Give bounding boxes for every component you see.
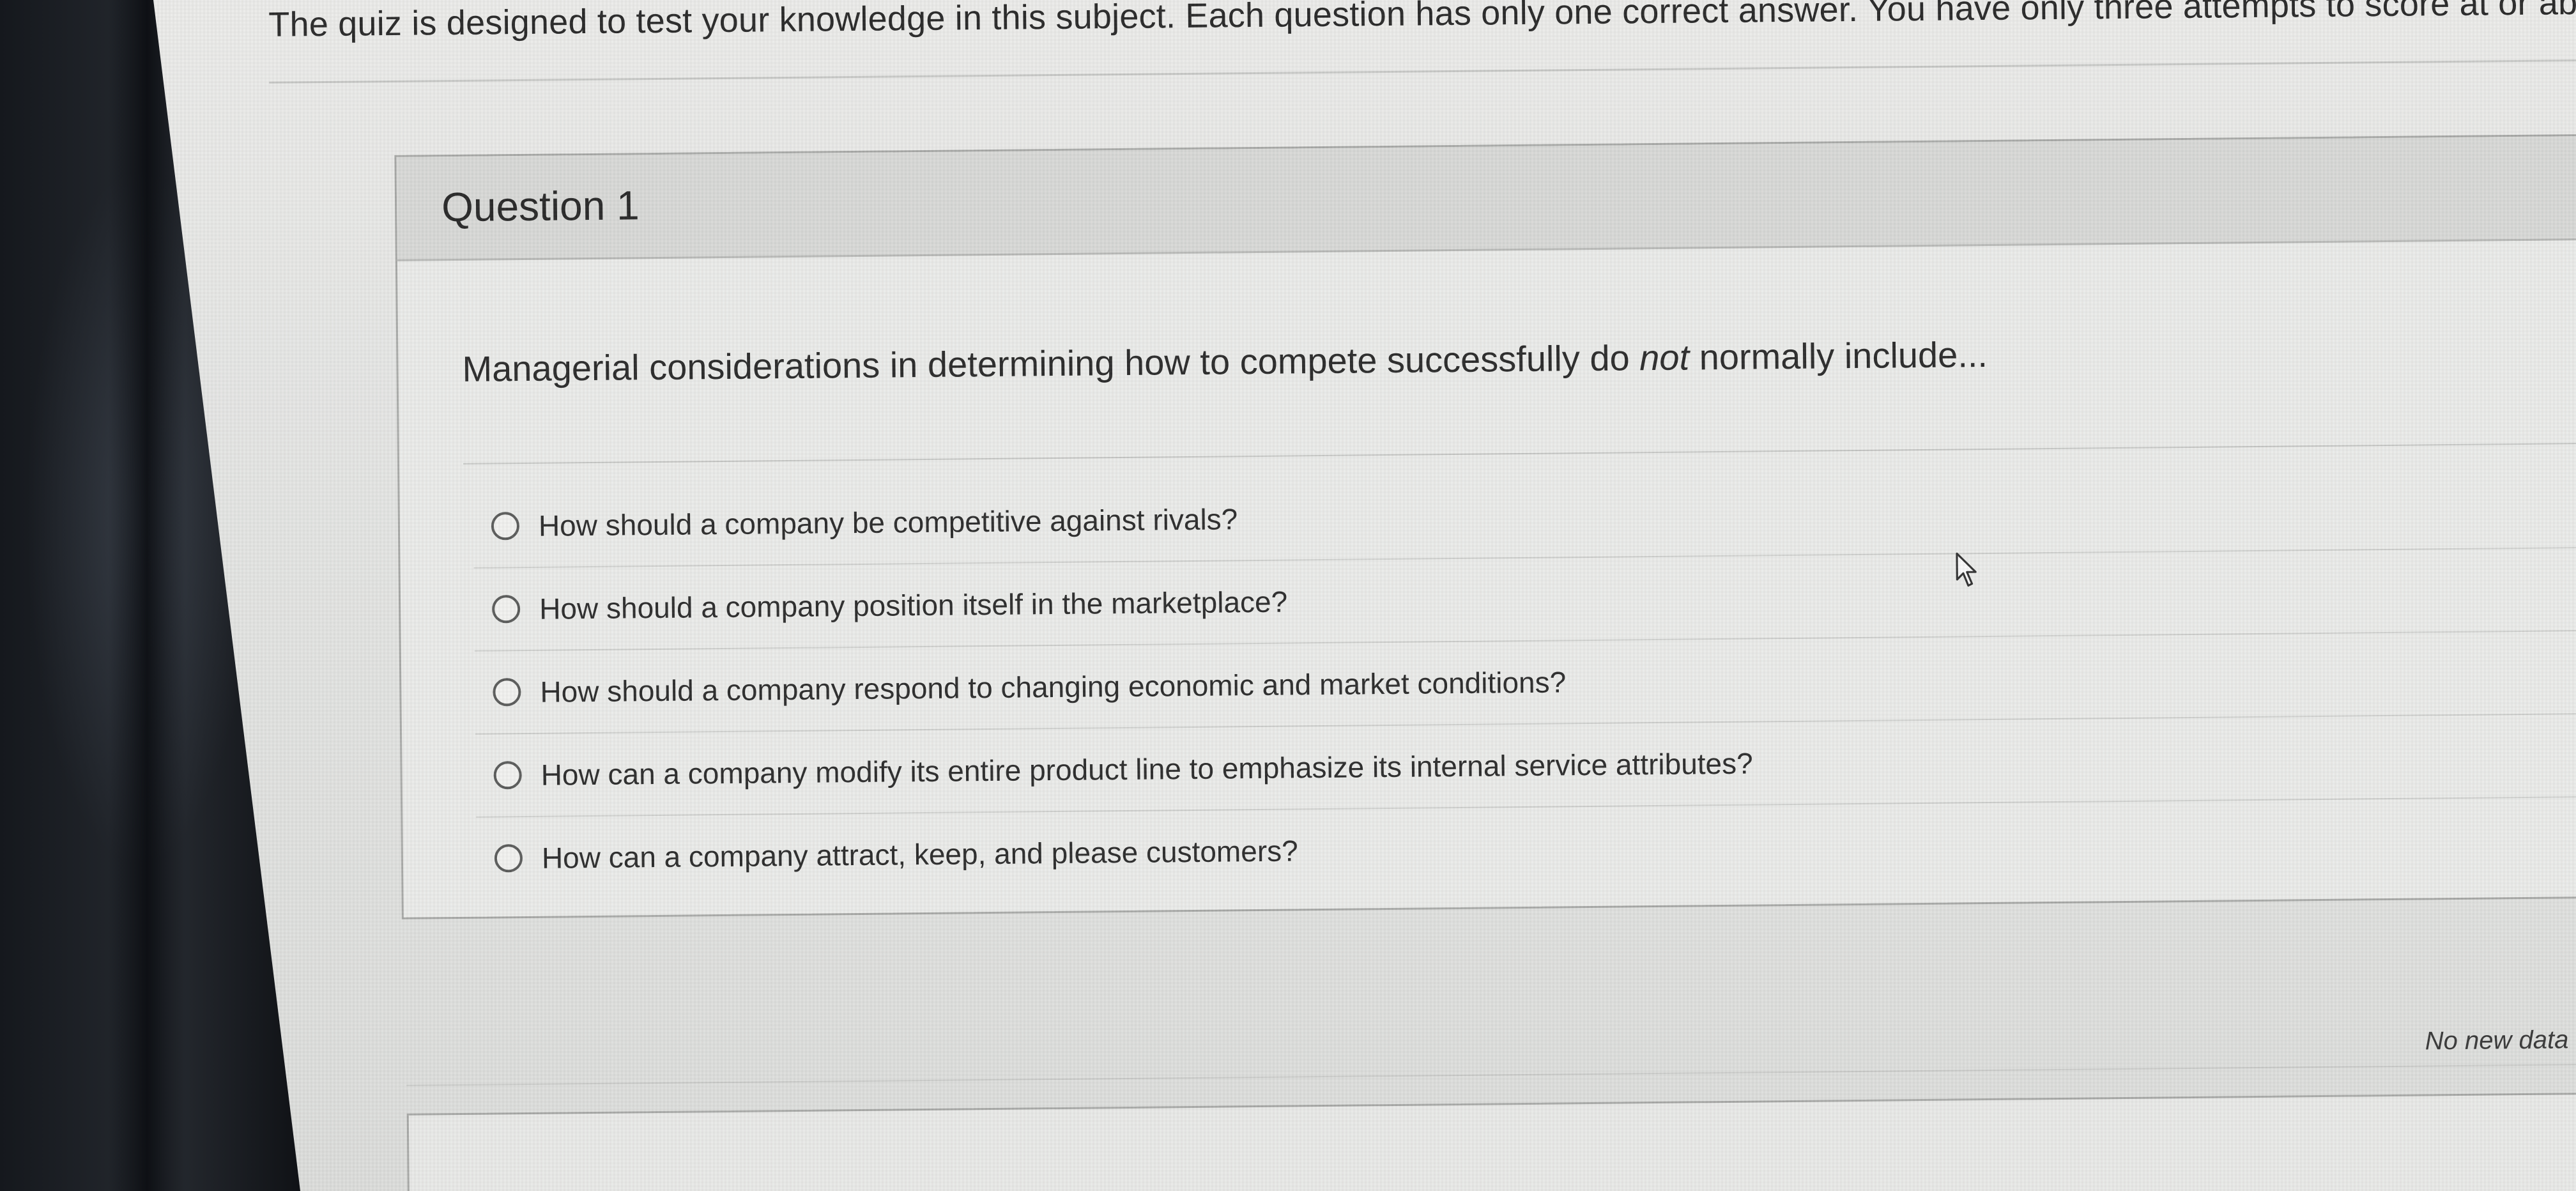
radio-button-icon[interactable] <box>491 595 521 624</box>
section-divider <box>406 1063 2576 1086</box>
mouse-pointer-icon <box>1956 552 1977 587</box>
bezel-edge <box>109 0 185 1191</box>
photo-frame: The quiz is designed to test your knowle… <box>0 0 2576 1191</box>
answer-label[interactable]: How should a company be competitive agai… <box>539 502 1238 543</box>
quiz-instructions: The quiz is designed to test your knowle… <box>268 0 2576 44</box>
answer-label[interactable]: How can a company modify its entire prod… <box>540 746 1753 792</box>
question-prompt-emphasis: not <box>1639 337 1690 378</box>
answer-label[interactable]: How should a company position itself in … <box>539 585 1288 626</box>
question-prompt: Managerial considerations in determining… <box>462 334 1988 390</box>
radio-button-icon[interactable] <box>493 678 521 707</box>
radio-button-icon[interactable] <box>491 512 520 541</box>
answer-label[interactable]: How should a company respond to changing… <box>540 665 1566 709</box>
quiz-page: The quiz is designed to test your knowle… <box>153 0 2576 1191</box>
question-prompt-start: Managerial considerations in determining… <box>462 337 1640 389</box>
instructions-divider <box>269 59 2576 84</box>
next-question-card <box>406 1092 2576 1191</box>
answers-divider <box>463 442 2576 465</box>
answer-label[interactable]: How can a company attract, keep, and ple… <box>542 833 1298 875</box>
radio-button-icon[interactable] <box>494 844 523 873</box>
question-title: Question 1 <box>441 182 640 231</box>
answer-list: How should a company be competitive agai… <box>473 465 2576 900</box>
question-prompt-end: normally include... <box>1689 334 1988 378</box>
question-header: Question 1 <box>396 135 2576 261</box>
screen: The quiz is designed to test your knowle… <box>153 0 2576 1191</box>
radio-button-icon[interactable] <box>493 761 522 790</box>
status-note: No new data <box>2425 1026 2569 1056</box>
question-card: Question 1 Managerial considerations in … <box>394 134 2576 919</box>
